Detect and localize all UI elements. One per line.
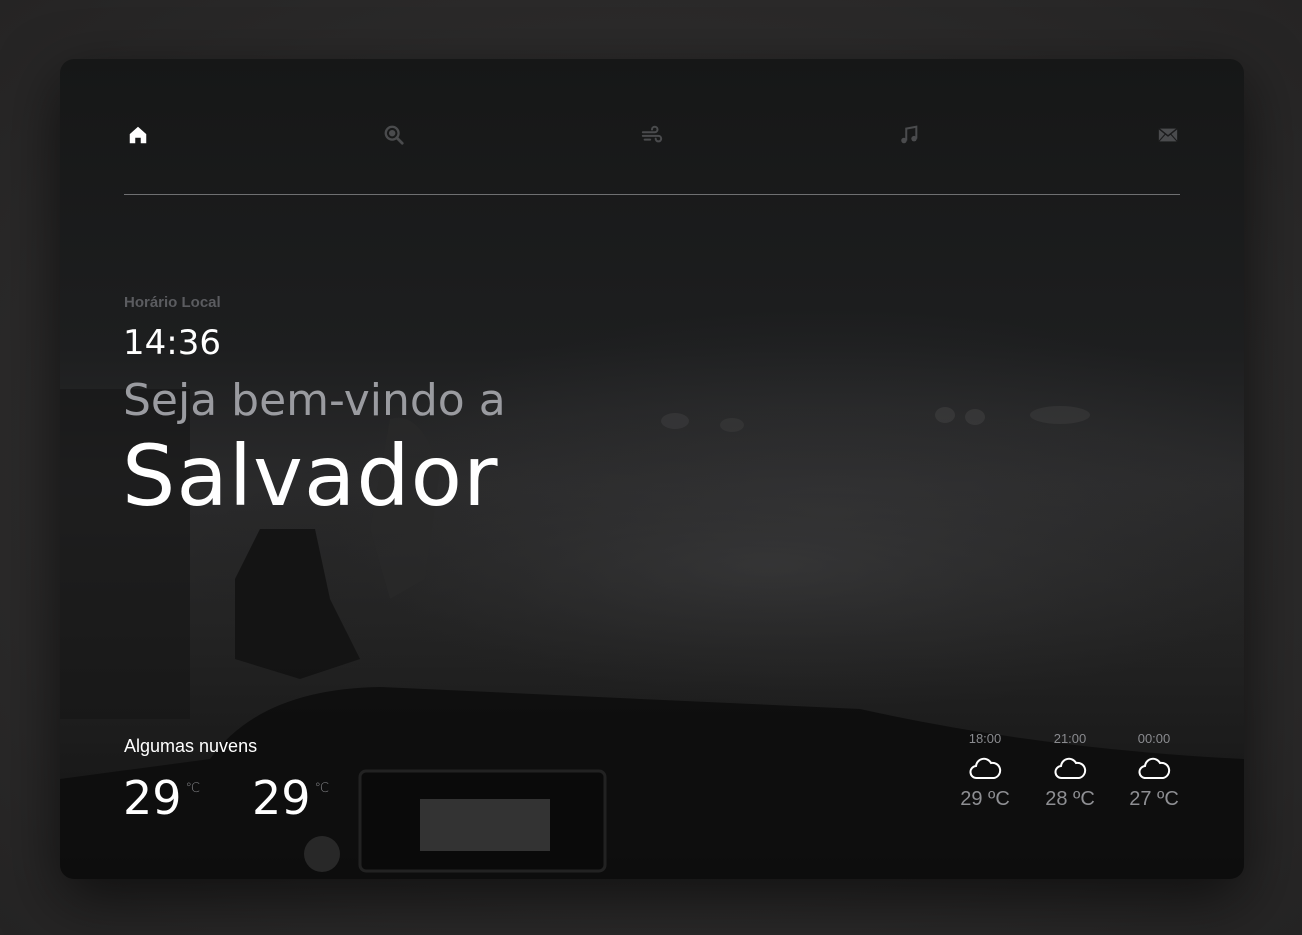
weather-card: Horário Local 14:36 Seja bem-vindo a Sal… bbox=[60, 59, 1244, 879]
mail-icon bbox=[1158, 128, 1178, 142]
home-icon bbox=[129, 126, 147, 144]
forecast-temperature: 28 ºC bbox=[1045, 788, 1095, 810]
cloud-icon bbox=[969, 757, 1002, 779]
weather-condition: Algumas nuvens bbox=[124, 736, 258, 756]
local-time: 14:36 bbox=[123, 323, 221, 363]
forecast-item: 21:00 28 ºC bbox=[1038, 731, 1102, 811]
nav-wind[interactable] bbox=[638, 121, 666, 149]
forecast-item: 00:00 27 ºC bbox=[1122, 731, 1186, 811]
forecast-time: 00:00 bbox=[1137, 731, 1171, 746]
secondary-temperature-unit: ℃ bbox=[314, 781, 330, 796]
cloud-icon bbox=[1054, 757, 1087, 779]
secondary-temperature-value: 29 bbox=[252, 771, 311, 825]
forecast-time: 18:00 bbox=[968, 731, 1002, 746]
nav-home[interactable] bbox=[124, 121, 152, 149]
wind-icon bbox=[641, 125, 663, 143]
current-temperature-unit: ℃ bbox=[185, 781, 201, 796]
forecast-time: 21:00 bbox=[1053, 731, 1087, 746]
nav-search[interactable] bbox=[380, 121, 408, 149]
nav-music[interactable] bbox=[895, 121, 923, 149]
search-icon bbox=[384, 125, 404, 145]
nav-divider bbox=[124, 194, 1180, 195]
forecast-temperature: 27 ºC bbox=[1129, 788, 1179, 810]
forecast-temperature: 29 ºC bbox=[960, 788, 1010, 810]
cloud-icon bbox=[1138, 757, 1171, 779]
music-icon bbox=[901, 125, 918, 144]
city-name: Salvador bbox=[122, 427, 499, 525]
secondary-temperature: 29 ℃ bbox=[252, 771, 329, 825]
local-time-label: Horário Local bbox=[124, 294, 221, 311]
nav-bar bbox=[124, 121, 1180, 151]
welcome-text: Seja bem-vindo a bbox=[123, 375, 506, 426]
forecast-item: 18:00 29 ºC bbox=[953, 731, 1017, 811]
current-temperature-value: 29 bbox=[123, 771, 182, 825]
current-temperature: 29 ℃ bbox=[123, 771, 200, 825]
nav-mail[interactable] bbox=[1154, 121, 1182, 149]
